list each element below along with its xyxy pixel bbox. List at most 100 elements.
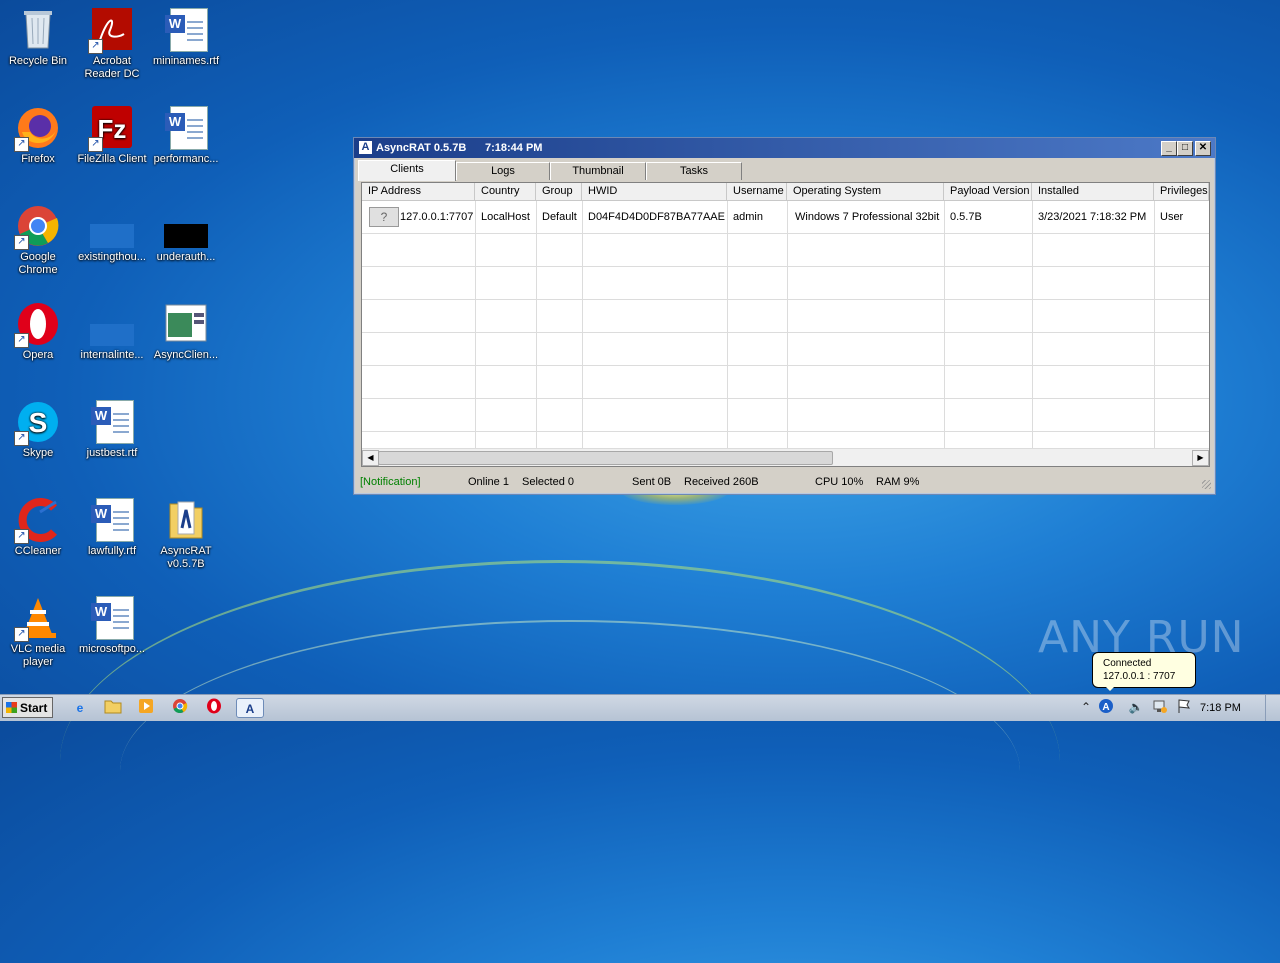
column-header-ip[interactable]: IP Address [362,183,475,200]
status-notification[interactable]: [Notification] [360,472,421,492]
shortcut-arrow-icon: ↗ [14,235,29,250]
column-header-group[interactable]: Group [536,183,582,200]
desktop-icon-label: AsyncRAT v0.5.7B [160,545,212,570]
balloon-line2: 127.0.0.1 : 7707 [1103,671,1176,682]
desktop-icon-asyncrat-folder[interactable]: AsyncRAT v0.5.7B [148,498,224,571]
tab-clients[interactable]: Clients [358,160,456,181]
desktop-icon-underauth[interactable]: underauth... [148,204,224,264]
volume-icon[interactable]: 🔈 [1128,698,1144,716]
maximize-button[interactable]: □ [1177,141,1193,156]
connection-balloon[interactable]: Connected 127.0.0.1 : 7707 [1092,652,1196,691]
blank-file-icon [90,204,134,248]
scroll-left-icon[interactable]: ◀ [362,450,379,466]
tab-logs[interactable]: Logs [456,162,550,180]
desktop-icon-label: VLC media player [10,643,66,668]
desktop-icon-label: Opera [22,349,54,361]
desktop-icon-label: performanc... [153,153,219,165]
shortcut-arrow-icon: ↗ [14,333,29,348]
status-bar: [Notification] Online 1 Selected 0 Sent … [354,472,1215,492]
desktop-icon-performance[interactable]: W performanc... [148,106,224,166]
shortcut-arrow-icon: ↗ [88,137,103,152]
network-icon[interactable] [1152,698,1168,716]
desktop-icon-label: justbest.rtf [86,447,138,459]
desktop-icon-label: internalinte... [80,349,144,361]
show-desktop-button[interactable] [1265,695,1280,721]
recycle-bin-icon [16,8,60,52]
window-time: 7:18:44 PM [485,142,543,154]
acrobat-icon: ↗ [88,8,134,54]
status-cpu: CPU 10% [815,476,864,488]
desktop-icon-ccleaner[interactable]: ↗ CCleaner [0,498,76,558]
column-header-installed[interactable]: Installed [1032,183,1154,200]
desktop-icon-acrobat[interactable]: ↗ Acrobat Reader DC [74,8,150,81]
horizontal-scrollbar[interactable]: ◀ ▶ [362,448,1209,466]
desktop-icon-existingthou[interactable]: existingthou... [74,204,150,264]
desktop-icon-opera[interactable]: ↗ Opera [0,302,76,362]
svg-text:A: A [1102,702,1109,713]
opera-taskbar-icon[interactable] [204,698,224,718]
windows-logo-icon [6,702,17,713]
column-header-hwid[interactable]: HWID [582,183,727,200]
asyncrat-tray-icon[interactable]: A [1098,698,1114,716]
scroll-thumb[interactable] [378,451,833,465]
shortcut-arrow-icon: ↗ [14,529,29,544]
show-hidden-icons-icon[interactable]: ⌃ [1078,698,1094,716]
desktop-icon-mininames[interactable]: W mininames.rtf [148,8,224,68]
desktop-icon-lawfully[interactable]: W lawfully.rtf [74,498,150,558]
column-header-country[interactable]: Country [475,183,536,200]
desktop-icon-justbest[interactable]: W justbest.rtf [74,400,150,460]
desktop-icon-label: lawfully.rtf [87,545,137,557]
chrome-taskbar-icon[interactable] [170,698,190,718]
word-document-icon: W [164,106,208,150]
status-online: Online 1 [468,476,509,488]
desktop-icon-recycle-bin[interactable]: Recycle Bin [0,8,76,68]
cell-group: Default [542,211,577,223]
tab-tasks[interactable]: Tasks [646,162,742,180]
column-header-payload[interactable]: Payload Version [944,183,1032,200]
desktop-icon-label: CCleaner [14,545,62,557]
ccleaner-icon: ↗ [14,498,60,544]
chrome-icon: ↗ [14,204,60,250]
column-header-os[interactable]: Operating System [787,183,944,200]
desktop-icon-microsoftpo[interactable]: W microsoftpo... [74,596,150,656]
desktop-icon-internalinte[interactable]: internalinte... [74,302,150,362]
desktop-icon-firefox[interactable]: ↗ Firefox [0,106,76,166]
opera-icon: ↗ [14,302,60,348]
cell-installed: 3/23/2021 7:18:32 PM [1038,211,1147,223]
file-explorer-icon[interactable] [103,698,123,718]
blank-file-icon [90,302,134,346]
desktop-icon-filezilla[interactable]: Fz ↗ FileZilla Client [74,106,150,166]
desktop-icon-label: microsoftpo... [78,643,146,655]
internet-explorer-icon[interactable]: e [70,698,90,718]
desktop-icon-asyncclient[interactable]: AsyncClien... [148,302,224,362]
desktop-icon-label: Skype [22,447,54,459]
table-header: IP Address Country Group HWID Username O… [362,183,1209,201]
word-document-icon: W [164,8,208,52]
title-bar[interactable]: A AsyncRAT 0.5.7B 7:18:44 PM _ □ ✕ [354,138,1215,158]
word-document-icon: W [90,596,134,640]
start-label: Start [20,701,48,715]
minimize-button[interactable]: _ [1161,141,1177,156]
desktop-icon-vlc[interactable]: ↗ VLC media player [0,596,76,669]
column-header-privileges[interactable]: Privileges [1154,183,1209,200]
close-button[interactable]: ✕ [1195,141,1211,156]
unknown-flag-icon: ? [369,207,399,227]
status-ram: RAM 9% [876,476,920,488]
action-center-flag-icon[interactable] [1176,698,1192,716]
media-player-icon[interactable] [136,698,156,718]
taskbar-clock[interactable]: 7:18 PM [1200,695,1241,721]
clients-table[interactable]: IP Address Country Group HWID Username O… [361,182,1210,467]
desktop-icon-label: Firefox [21,153,55,165]
column-header-username[interactable]: Username [727,183,787,200]
tab-thumbnail[interactable]: Thumbnail [550,162,646,180]
desktop-icon-chrome[interactable]: ↗ Google Chrome [0,204,76,277]
shortcut-arrow-icon: ↗ [88,39,103,54]
scroll-right-icon[interactable]: ▶ [1192,450,1209,466]
cell-ip: 127.0.0.1:7707 [400,211,474,223]
asyncrat-taskbar-icon[interactable]: A [236,698,264,718]
vlc-icon: ↗ [14,596,60,642]
word-document-icon: W [90,498,134,542]
start-button[interactable]: Start [2,697,53,718]
resize-grip-icon[interactable] [1202,480,1211,489]
desktop-icon-skype[interactable]: S ↗ Skype [0,400,76,460]
